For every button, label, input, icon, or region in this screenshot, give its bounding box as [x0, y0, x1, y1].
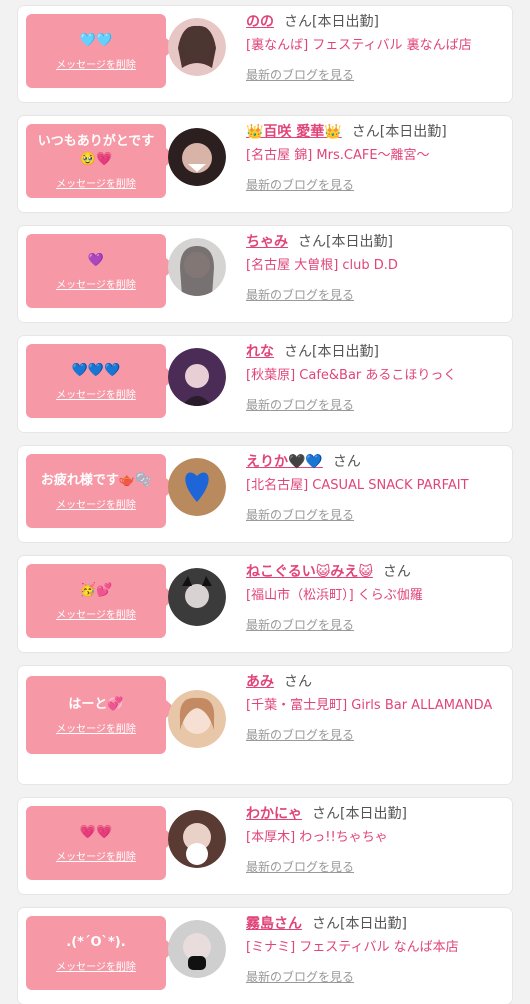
message-text: いつもありがとです🥹💗: [37, 133, 155, 167]
latest-blog-link[interactable]: 最新のブログを見る: [246, 396, 506, 413]
user-info: ちゃみ さん[本日出勤] [名古屋 大曽根] club D.D 最新のブログを見る: [246, 232, 506, 303]
delete-message-link[interactable]: メッセージを削除: [56, 386, 136, 401]
user-info: えりか🖤💙 さん [北名古屋] CASUAL SNACK PARFAIT 最新のブ…: [246, 452, 506, 523]
message-text: 🩵🩵: [79, 32, 113, 48]
user-info: 霧島さん さん[本日出勤] [ミナミ] フェスティバル なんば本店 最新のブログを…: [246, 914, 506, 985]
list-item: いつもありがとです🥹💗 メッセージを削除 👑百咲 愛華👑 さん[本日出勤] [名古…: [18, 116, 512, 212]
latest-blog-link[interactable]: 最新のブログを見る: [246, 66, 506, 83]
shop-name: [福山市（松浜町）] くらぶ伽羅: [246, 588, 423, 603]
user-status: さん[本日出勤]: [284, 344, 379, 360]
message-text: 🥳💕: [79, 582, 113, 598]
list-item: 🩵🩵 メッセージを削除 のの さん[本日出勤] [裏なんば] フェスティバル 裏な…: [18, 6, 512, 102]
shop-name: [千葉・富士見町] Girls Bar ALLAMANDA: [246, 698, 493, 713]
list-item: .(*´O`*). メッセージを削除 霧島さん さん[本日出勤] [ミナミ] フェ…: [18, 908, 512, 1004]
message-text: 💜: [87, 252, 105, 268]
shop-name: [ミナミ] フェスティバル なんば本店: [246, 940, 459, 955]
message-bubble: 🥳💕 メッセージを削除: [26, 564, 176, 638]
delete-message-link[interactable]: メッセージを削除: [56, 496, 136, 511]
avatar[interactable]: [168, 238, 226, 296]
message-list: 🩵🩵 メッセージを削除 のの さん[本日出勤] [裏なんば] フェスティバル 裏な…: [0, 0, 530, 1004]
user-name-link[interactable]: えりか🖤💙: [246, 454, 323, 470]
user-status: さん[本日出勤]: [351, 124, 447, 140]
user-name-link[interactable]: わかにゃ: [246, 806, 302, 822]
avatar[interactable]: [168, 458, 226, 516]
avatar[interactable]: [168, 568, 226, 626]
latest-blog-link[interactable]: 最新のブログを見る: [246, 286, 506, 303]
delete-message-link[interactable]: メッセージを削除: [56, 175, 136, 190]
latest-blog-link[interactable]: 最新のブログを見る: [246, 616, 506, 633]
message-text: .(*´O`*).: [66, 934, 126, 950]
message-bubble: お疲れ様です🫖🫧 メッセージを削除: [26, 454, 176, 528]
user-name-link[interactable]: ねこぐるい😺みえ😺: [246, 564, 373, 580]
list-item: 💜 メッセージを削除 ちゃみ さん[本日出勤] [名古屋 大曽根] club D.…: [18, 226, 512, 322]
delete-message-link[interactable]: メッセージを削除: [56, 958, 136, 973]
user-info: のの さん[本日出勤] [裏なんば] フェスティバル 裏なんば店 最新のブログを見…: [246, 12, 506, 83]
shop-name: [北名古屋] CASUAL SNACK PARFAIT: [246, 478, 469, 493]
latest-blog-link[interactable]: 最新のブログを見る: [246, 726, 506, 743]
message-text: お疲れ様です🫖🫧: [40, 472, 152, 488]
user-info: ねこぐるい😺みえ😺 さん [福山市（松浜町）] くらぶ伽羅 最新のブログを見る: [246, 562, 506, 633]
user-status: さん: [284, 674, 312, 690]
user-info: 👑百咲 愛華👑 さん[本日出勤] [名古屋 錦] Mrs.CAFE〜離宮〜 最新の…: [246, 122, 506, 193]
message-bubble: いつもありがとです🥹💗 メッセージを削除: [26, 124, 176, 198]
user-status: さん[本日出勤]: [312, 806, 407, 822]
user-name-link[interactable]: あみ: [246, 674, 274, 690]
user-name-link[interactable]: のの: [246, 14, 274, 30]
message-bubble: はーと💞 メッセージを削除: [26, 676, 176, 754]
user-info: わかにゃ さん[本日出勤] [本厚木] わっ!!ちゃちゃ 最新のブログを見る: [246, 804, 506, 875]
list-item: 💙💙💙 メッセージを削除 れな さん[本日出勤] [秋葉原] Cafe&Bar あ…: [18, 336, 512, 432]
user-status: さん: [332, 454, 361, 470]
user-status: さん[本日出勤]: [312, 916, 407, 932]
message-text: 💙💙💙: [71, 362, 121, 378]
user-status: さん: [382, 564, 411, 580]
user-name-link[interactable]: ちゃみ: [246, 234, 288, 250]
list-item: はーと💞 メッセージを削除 あみ さん [千葉・富士見町] Girls Bar A…: [18, 666, 512, 784]
delete-message-link[interactable]: メッセージを削除: [56, 606, 136, 621]
shop-name: [名古屋 錦] Mrs.CAFE〜離宮〜: [246, 148, 430, 163]
delete-message-link[interactable]: メッセージを削除: [56, 848, 136, 863]
avatar[interactable]: [168, 18, 226, 76]
user-status: さん[本日出勤]: [298, 234, 393, 250]
message-bubble: 💗💗 メッセージを削除: [26, 806, 176, 880]
delete-message-link[interactable]: メッセージを削除: [56, 276, 136, 291]
message-text: はーと💞: [68, 696, 124, 712]
delete-message-link[interactable]: メッセージを削除: [56, 56, 136, 71]
list-item: 🥳💕 メッセージを削除 ねこぐるい😺みえ😺 さん [福山市（松浜町）] くらぶ伽羅…: [18, 556, 512, 652]
shop-name: [名古屋 大曽根] club D.D: [246, 258, 398, 273]
shop-name: [本厚木] わっ!!ちゃちゃ: [246, 830, 388, 845]
avatar[interactable]: [168, 810, 226, 868]
latest-blog-link[interactable]: 最新のブログを見る: [246, 506, 506, 523]
message-bubble: .(*´O`*). メッセージを削除: [26, 916, 176, 990]
user-name-link[interactable]: れな: [246, 344, 274, 360]
list-item: 💗💗 メッセージを削除 わかにゃ さん[本日出勤] [本厚木] わっ!!ちゃちゃ …: [18, 798, 512, 894]
shop-name: [裏なんば] フェスティバル 裏なんば店: [246, 38, 472, 53]
message-text: 💗💗: [79, 824, 113, 840]
delete-message-link[interactable]: メッセージを削除: [56, 720, 136, 735]
avatar[interactable]: [168, 690, 226, 748]
latest-blog-link[interactable]: 最新のブログを見る: [246, 968, 506, 985]
user-info: あみ さん [千葉・富士見町] Girls Bar ALLAMANDA 最新のブロ…: [246, 672, 506, 743]
user-info: れな さん[本日出勤] [秋葉原] Cafe&Bar あるこほりっく 最新のブログ…: [246, 342, 506, 413]
user-name-link[interactable]: 霧島さん: [246, 916, 302, 932]
latest-blog-link[interactable]: 最新のブログを見る: [246, 176, 506, 193]
list-item: お疲れ様です🫖🫧 メッセージを削除 えりか🖤💙 さん [北名古屋] CASUAL …: [18, 446, 512, 542]
latest-blog-link[interactable]: 最新のブログを見る: [246, 858, 506, 875]
message-bubble: 💙💙💙 メッセージを削除: [26, 344, 176, 418]
user-status: さん[本日出勤]: [284, 14, 379, 30]
message-bubble: 💜 メッセージを削除: [26, 234, 176, 308]
avatar[interactable]: [168, 920, 226, 978]
avatar[interactable]: [168, 128, 226, 186]
user-name-link[interactable]: 👑百咲 愛華👑: [246, 124, 342, 140]
avatar[interactable]: [168, 348, 226, 406]
shop-name: [秋葉原] Cafe&Bar あるこほりっく: [246, 368, 457, 383]
message-bubble: 🩵🩵 メッセージを削除: [26, 14, 176, 88]
